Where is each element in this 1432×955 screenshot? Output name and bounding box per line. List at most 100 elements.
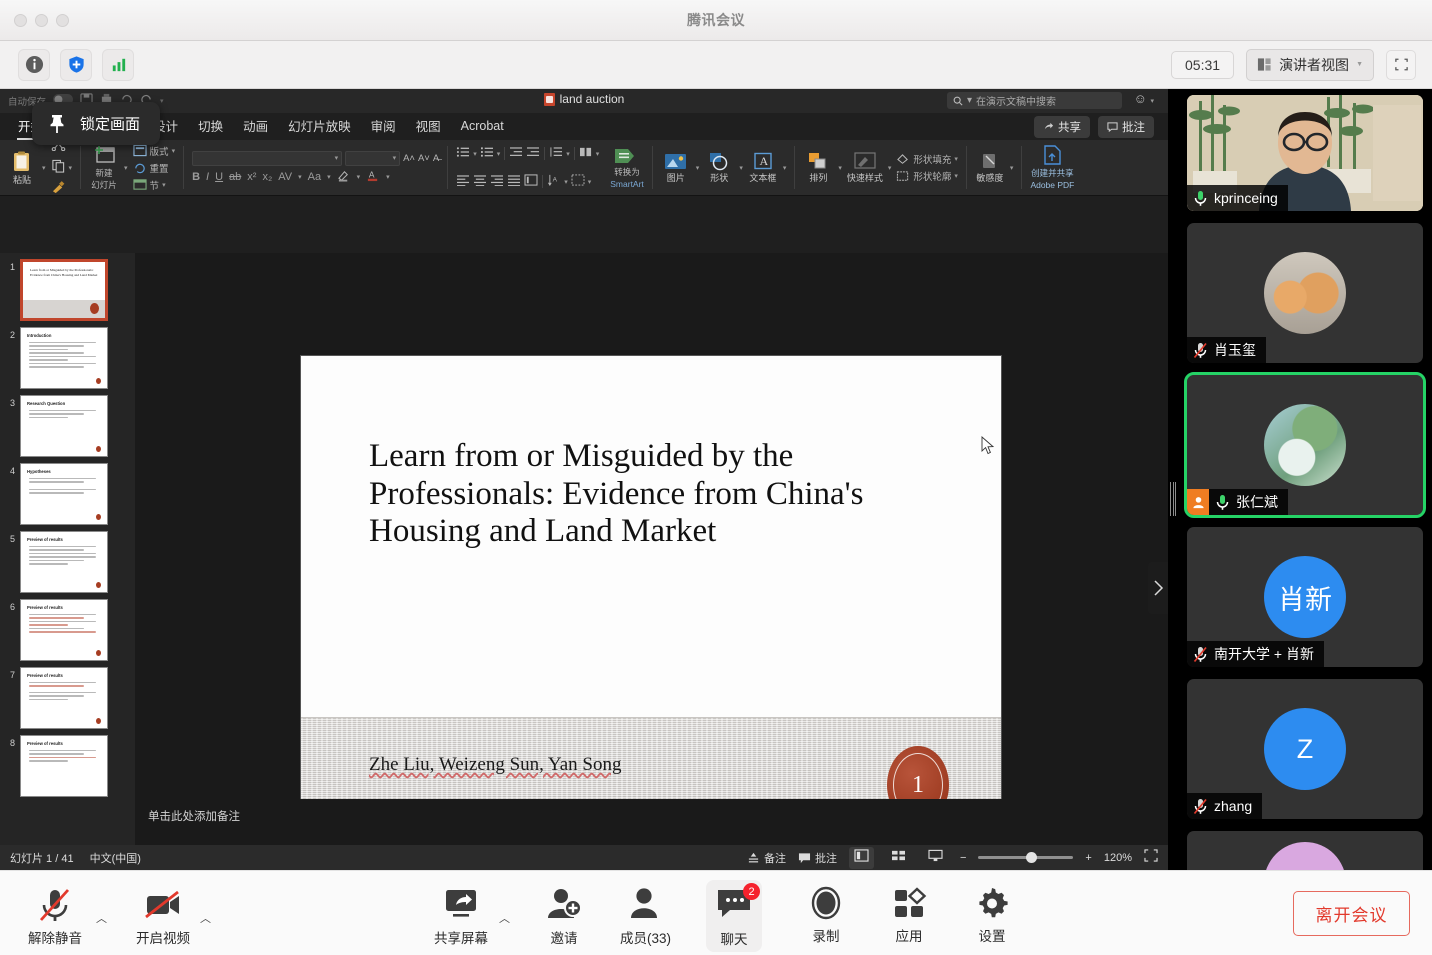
strikethrough-button[interactable]: ab	[229, 171, 241, 183]
participant-tile[interactable]: 张仁斌	[1187, 375, 1423, 515]
convert-to-smartart-button[interactable]: 转换为 SmartArt	[610, 146, 644, 190]
font-family-selector[interactable]: ▾	[192, 151, 342, 166]
unmute-button[interactable]: 解除静音	[18, 880, 92, 951]
collapse-panel-button[interactable]	[1148, 562, 1168, 614]
slide-title-text[interactable]: Learn from or Misguided by the Professio…	[369, 438, 929, 551]
participants-rail[interactable]: kprinceing 肖玉玺	[1178, 95, 1432, 870]
ppt-comment-button[interactable]: 批注	[1098, 116, 1154, 138]
video-options-chevron-icon[interactable]: ︿	[200, 910, 211, 926]
underline-button[interactable]: U	[215, 171, 223, 183]
textbox-button[interactable]: A 文本框	[748, 152, 778, 184]
share-screen-button[interactable]: 共享屏幕	[424, 880, 498, 951]
slide-thumbnail-5[interactable]: 5 Preview of results	[0, 531, 135, 599]
participant-tile[interactable]	[1187, 831, 1423, 870]
ppt-tab-acrobat[interactable]: Acrobat	[451, 115, 514, 139]
zoom-in-button[interactable]: +	[1085, 852, 1091, 864]
thumbnail-slide-canvas[interactable]: Preview of results	[20, 735, 108, 797]
paste-chevron-icon[interactable]: ▾	[42, 164, 46, 172]
ppt-search-box[interactable]: ▾ 在演示文稿中搜索	[947, 92, 1122, 109]
convert-to-smartart-small-button[interactable]	[571, 173, 585, 191]
align-text-button[interactable]: A	[547, 173, 561, 191]
increase-indent-button[interactable]	[526, 145, 540, 163]
arrange-button[interactable]: 排列	[803, 152, 833, 184]
copy-button[interactable]	[51, 159, 66, 178]
arrange-chevron-icon[interactable]: ▾	[838, 164, 842, 172]
align-left-button[interactable]	[456, 173, 470, 191]
zoom-slider[interactable]	[978, 856, 1073, 859]
slide-thumbnail-panel[interactable]: 1 Learn from or Misguided by the Profess…	[0, 253, 135, 870]
character-spacing-button[interactable]: AV	[278, 171, 292, 183]
members-button[interactable]: 成员(33)	[610, 880, 681, 951]
picture-button[interactable]: 图片	[661, 152, 691, 184]
shape-chevron-icon[interactable]: ▾	[739, 164, 743, 172]
ppt-tab-transitions[interactable]: 切换	[188, 112, 233, 141]
align-center-button[interactable]	[473, 173, 487, 191]
sensitivity-chevron-icon[interactable]: ▾	[1010, 164, 1014, 172]
comments-toggle-button[interactable]: 批注	[798, 850, 837, 866]
meeting-info-button[interactable]	[18, 49, 50, 81]
apps-button[interactable]: 应用	[880, 880, 938, 949]
font-color-button[interactable]: A	[366, 169, 380, 185]
start-video-button[interactable]: 开启视频	[126, 880, 200, 951]
reset-button[interactable]: 重置	[133, 161, 176, 175]
normal-view-button[interactable]	[849, 847, 874, 869]
slide-thumbnail-4[interactable]: 4 Hypotheses	[0, 463, 135, 531]
slide-thumbnail-2[interactable]: 2 Introduction	[0, 327, 135, 395]
feedback-smiley-icon[interactable]: ☺ ▾	[1134, 91, 1154, 106]
settings-button[interactable]: 设置	[963, 880, 1021, 949]
create-share-adobe-pdf-button[interactable]: 创建并共享 Adobe PDF	[1030, 145, 1074, 191]
chat-button[interactable]: 2 聊天	[706, 880, 762, 952]
text-highlight-button[interactable]	[337, 169, 351, 185]
slide-authors-text[interactable]: Zhe Liu, Weizeng Sun, Yan Song	[369, 754, 622, 776]
bullet-list-button[interactable]	[456, 145, 470, 163]
close-window-button[interactable]	[14, 14, 27, 27]
font-size-selector[interactable]: ▾	[345, 151, 400, 166]
panel-drag-handle[interactable]	[1170, 482, 1176, 516]
slide-sorter-view-button[interactable]	[886, 847, 911, 869]
zoom-out-button[interactable]: −	[960, 852, 966, 864]
slide-thumbnail-1[interactable]: 1 Learn from or Misguided by the Profess…	[0, 259, 135, 327]
quick-styles-chevron-icon[interactable]: ▾	[888, 164, 892, 172]
new-slide-chevron-icon[interactable]: ▾	[124, 164, 128, 172]
participant-tile[interactable]: 肖新 南开大学 + 肖新	[1187, 527, 1423, 667]
line-spacing-button[interactable]	[549, 145, 563, 163]
quick-styles-button[interactable]: 快速样式	[847, 152, 883, 184]
slide-thumbnail-8[interactable]: 8 Preview of results	[0, 735, 135, 803]
thumbnail-slide-canvas[interactable]: Preview of results	[20, 599, 108, 661]
qat-more-chevron-icon[interactable]: ▾	[160, 97, 164, 105]
ppt-tab-slideshow[interactable]: 幻灯片放映	[278, 112, 361, 141]
paste-button[interactable]: 粘贴	[7, 150, 37, 186]
sensitivity-button[interactable]: 敏感度	[975, 152, 1005, 184]
align-right-button[interactable]	[490, 173, 504, 191]
thumbnail-slide-canvas[interactable]: Preview of results	[20, 667, 108, 729]
thumbnail-slide-canvas[interactable]: Hypotheses	[20, 463, 108, 525]
clear-formatting-button[interactable]: A̶	[433, 153, 439, 164]
slide-thumbnail-6[interactable]: 6 Preview of results	[0, 599, 135, 667]
textbox-chevron-icon[interactable]: ▾	[783, 164, 787, 172]
ppt-tab-review[interactable]: 审阅	[361, 112, 406, 141]
increase-font-size-button[interactable]: A˄	[403, 153, 415, 164]
thumbnail-slide-canvas[interactable]: Research Question	[20, 395, 108, 457]
leave-meeting-button[interactable]: 离开会议	[1293, 891, 1410, 936]
ppt-tab-view[interactable]: 视图	[406, 112, 451, 141]
thumbnail-slide-canvas[interactable]: Preview of results	[20, 531, 108, 593]
decrease-font-size-button[interactable]: A˅	[418, 153, 430, 164]
text-direction-button[interactable]	[524, 173, 538, 191]
slide-notes-pane[interactable]: 单击此处添加备注	[135, 799, 1168, 845]
participant-tile[interactable]: 肖玉玺	[1187, 223, 1423, 363]
share-options-chevron-icon[interactable]: ︿	[499, 910, 510, 926]
language-indicator[interactable]: 中文(中国)	[90, 850, 141, 866]
participant-tile[interactable]: kprinceing	[1187, 95, 1423, 211]
justify-button[interactable]	[507, 173, 521, 191]
copy-chevron-icon[interactable]: ▾	[69, 164, 73, 172]
format-painter-button[interactable]	[51, 181, 73, 199]
subscript-button[interactable]: x₂	[262, 171, 272, 183]
layout-button[interactable]: 版式 ▾	[133, 144, 176, 158]
picture-chevron-icon[interactable]: ▾	[696, 164, 700, 172]
ppt-share-button[interactable]: 共享	[1034, 116, 1090, 138]
meeting-security-button[interactable]	[60, 49, 92, 81]
section-button[interactable]: 节 ▾	[133, 178, 176, 192]
bold-button[interactable]: B	[192, 171, 200, 183]
columns-button[interactable]	[579, 145, 593, 163]
minimize-window-button[interactable]	[35, 14, 48, 27]
